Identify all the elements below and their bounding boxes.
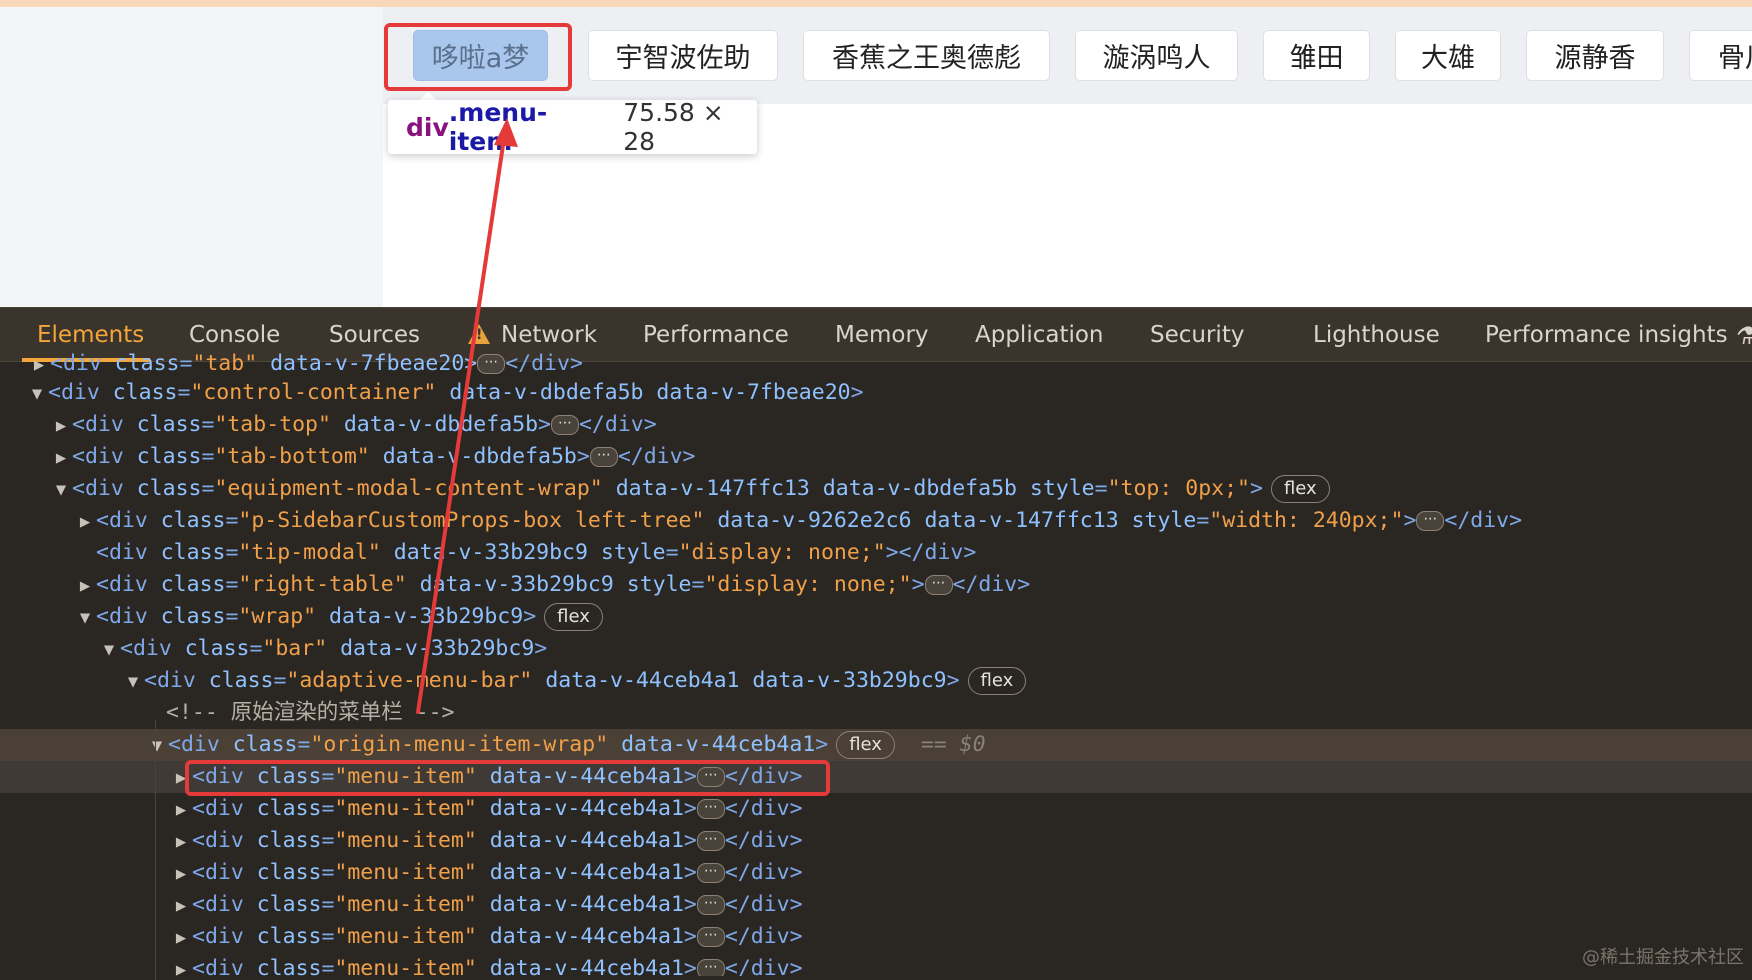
collapse-arrow-icon[interactable]: ▼ xyxy=(98,634,120,666)
ellipsis-icon[interactable]: ⋯ xyxy=(550,415,579,435)
dom-node-origin-menu-item-wrap[interactable]: ▼ <div class="origin-menu-item-wrap" data… xyxy=(0,729,1752,761)
menu-item-hinata[interactable]: 雏田 xyxy=(1263,30,1370,81)
inspect-tooltip: div .menu-item 75.58 × 28 xyxy=(388,98,757,156)
expand-arrow-icon[interactable]: ▶ xyxy=(170,826,192,858)
tooltip-size: 75.58 × 28 xyxy=(623,98,724,156)
left-sidebar xyxy=(0,7,383,307)
dom-node-menu-item[interactable]: ▶ <div class="menu-item" data-v-44ceb4a1>… xyxy=(0,857,1752,889)
expand-arrow-icon[interactable]: ▶ xyxy=(50,442,72,474)
flex-badge[interactable]: flex xyxy=(836,731,895,759)
menu-item-nobita[interactable]: 大雄 xyxy=(1395,30,1501,81)
warning-icon xyxy=(468,324,490,344)
ellipsis-icon[interactable]: ⋯ xyxy=(696,927,725,947)
expand-arrow-icon[interactable]: ▶ xyxy=(170,794,192,826)
devtools-panel: Elements Console Sources Network Perform… xyxy=(0,307,1752,976)
dom-node-menu-item[interactable]: ▶ <div class="menu-item" data-v-44ceb4a1>… xyxy=(0,825,1752,857)
flex-badge[interactable]: flex xyxy=(1270,475,1330,503)
dom-node-bar[interactable]: ▼ <div class="bar" data-v-33b29bc9> xyxy=(0,633,1752,665)
top-strip xyxy=(0,0,1752,7)
tree-guide-line xyxy=(155,720,156,980)
expand-arrow-icon[interactable]: ▶ xyxy=(170,954,192,976)
dom-node-left-tree[interactable]: ▶ <div class="p-SidebarCustomProps-box le… xyxy=(0,505,1752,537)
highlight-box-dom-row xyxy=(185,760,830,796)
menu-item-naruto[interactable]: 漩涡鸣人 xyxy=(1075,30,1238,81)
dom-node-adaptive-menu-bar[interactable]: ▼ <div class="adaptive-menu-bar" data-v-4… xyxy=(0,665,1752,697)
ellipsis-icon[interactable]: ⋯ xyxy=(696,895,725,915)
ellipsis-icon[interactable]: ⋯ xyxy=(924,575,953,595)
expand-arrow-icon[interactable]: ▶ xyxy=(74,506,96,538)
expand-arrow-icon[interactable]: ▶ xyxy=(50,410,72,442)
menu-item-shizuka[interactable]: 源静香 xyxy=(1526,30,1664,81)
ellipsis-icon[interactable]: ⋯ xyxy=(696,863,725,883)
ellipsis-icon[interactable]: ⋯ xyxy=(589,447,618,467)
flask-icon[interactable]: ⚗ xyxy=(1736,322,1752,350)
highlight-box-menu-item xyxy=(384,23,572,91)
expand-arrow-icon[interactable]: ▶ xyxy=(170,922,192,954)
menu-item-sasuke[interactable]: 宇智波佐助 xyxy=(588,30,778,81)
ellipsis-icon[interactable]: ⋯ xyxy=(696,831,725,851)
dom-node-tab-top[interactable]: ▶ <div class="tab-top" data-v-dbdefa5b> ⋯ <… xyxy=(0,409,1752,441)
flex-badge[interactable]: flex xyxy=(544,603,603,631)
flex-badge[interactable]: flex xyxy=(967,667,1027,695)
dom-node-tab-bottom[interactable]: ▶ <div class="tab-bottom" data-v-dbdefa5b… xyxy=(0,441,1752,473)
dom-node-tip-modal[interactable]: <div class="tip-modal" data-v-33b29bc9 s… xyxy=(0,537,1752,569)
expand-arrow-icon[interactable]: ▶ xyxy=(170,858,192,890)
watermark: @稀土掘金技术社区 xyxy=(1582,947,1744,968)
dom-node-right-table[interactable]: ▶ <div class="right-table" data-v-33b29bc… xyxy=(0,569,1752,601)
dom-node-equipment-modal[interactable]: ▼ <div class="equipment-modal-content-wra… xyxy=(0,473,1752,505)
dom-node-menu-item[interactable]: ▶ <div class="menu-item" data-v-44ceb4a1>… xyxy=(0,921,1752,953)
menu-item-suneo[interactable]: 骨川 xyxy=(1689,30,1752,81)
dom-node-tab[interactable]: ▶ <div class="tab" data-v-7fbeae20> ⋯ </div… xyxy=(0,348,1752,380)
tooltip-class: .menu-item xyxy=(448,98,548,156)
collapse-arrow-icon[interactable]: ▼ xyxy=(50,474,72,506)
ellipsis-icon[interactable]: ⋯ xyxy=(696,959,725,976)
expand-arrow-icon[interactable]: ▶ xyxy=(74,570,96,602)
collapse-arrow-icon[interactable]: ▼ xyxy=(122,666,144,698)
dom-node-menu-item[interactable]: ▶ <div class="menu-item" data-v-44ceb4a1>… xyxy=(0,793,1752,825)
dom-comment[interactable]: <!-- 原始渲染的菜单栏 --> xyxy=(0,697,1752,729)
expand-arrow-icon[interactable]: ▶ xyxy=(170,890,192,922)
menu-bar: 哆啦a梦 宇智波佐助 香蕉之王奥德彪 漩涡鸣人 雏田 大雄 源静香 骨川 xyxy=(383,7,1752,104)
menu-item-banana-king[interactable]: 香蕉之王奥德彪 xyxy=(803,30,1050,81)
page-viewport: 哆啦a梦 宇智波佐助 香蕉之王奥德彪 漩涡鸣人 雏田 大雄 源静香 骨川 div… xyxy=(0,0,1752,307)
ellipsis-icon[interactable]: ⋯ xyxy=(477,354,506,374)
dom-node-menu-item[interactable]: ▶ <div class="menu-item" data-v-44ceb4a1>… xyxy=(0,889,1752,921)
dom-tree: ▶ <div class="tab" data-v-7fbeae20> ⋯ </div… xyxy=(0,351,1752,976)
collapse-arrow-icon[interactable]: ▼ xyxy=(74,602,96,634)
dom-node-control-container[interactable]: ▼ <div class="control-container" data-v-d… xyxy=(0,377,1752,409)
dom-node-menu-item[interactable]: ▶ <div class="menu-item" data-v-44ceb4a1>… xyxy=(0,953,1752,976)
collapse-arrow-icon[interactable]: ▼ xyxy=(26,378,48,410)
collapse-arrow-icon[interactable]: ▼ xyxy=(146,730,168,762)
tooltip-tag: div xyxy=(406,112,449,142)
selected-node-marker: == $0 xyxy=(920,732,986,757)
ellipsis-icon[interactable]: ⋯ xyxy=(696,799,725,819)
dom-node-wrap[interactable]: ▼ <div class="wrap" data-v-33b29bc9> flex xyxy=(0,601,1752,633)
ellipsis-icon[interactable]: ⋯ xyxy=(1416,511,1445,531)
